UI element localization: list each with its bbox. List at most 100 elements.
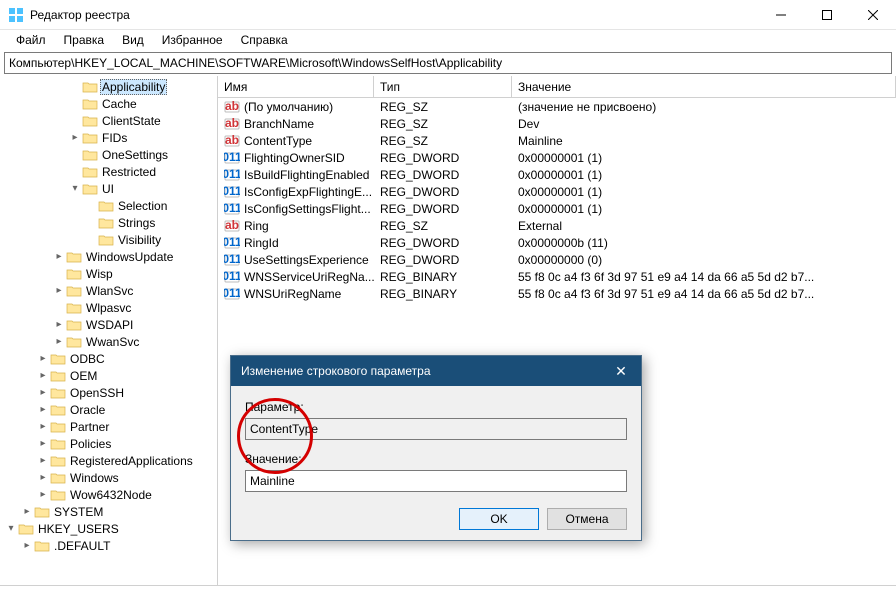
- dialog-title-text: Изменение строкового параметра: [241, 364, 601, 378]
- tree-node[interactable]: Wisp: [0, 265, 217, 282]
- address-bar[interactable]: Компьютер\HKEY_LOCAL_MACHINE\SOFTWARE\Mi…: [4, 52, 892, 74]
- menu-edit[interactable]: Правка: [56, 31, 113, 49]
- tree-expander-icon[interactable]: ▸: [36, 455, 50, 466]
- tree-node[interactable]: ▸WlanSvc: [0, 282, 217, 299]
- list-row[interactable]: abBranchNameREG_SZDev: [218, 115, 896, 132]
- menu-view[interactable]: Вид: [114, 31, 152, 49]
- tree-node[interactable]: ▸Policies: [0, 435, 217, 452]
- column-value[interactable]: Значение: [512, 76, 896, 97]
- tree-expander-icon[interactable]: ▾: [68, 183, 82, 194]
- column-name[interactable]: Имя: [218, 76, 374, 97]
- tree-expander-icon[interactable]: ▸: [36, 353, 50, 364]
- folder-icon: [66, 267, 82, 281]
- tree-expander-icon[interactable]: ▸: [52, 285, 66, 296]
- menu-favorites[interactable]: Избранное: [154, 31, 231, 49]
- tree-expander-icon[interactable]: ▸: [36, 387, 50, 398]
- tree-node[interactable]: ▸ FIDs: [0, 129, 217, 146]
- value-type-icon: 011: [224, 235, 240, 251]
- statusbar: [0, 585, 896, 603]
- tree-label: ODBC: [68, 352, 107, 366]
- tree-node[interactable]: ▸Oracle: [0, 401, 217, 418]
- dialog-close-button[interactable]: ✕: [601, 356, 641, 386]
- close-button[interactable]: [850, 0, 896, 30]
- tree-node[interactable]: ClientState: [0, 112, 217, 129]
- tree-expander-icon[interactable]: ▸: [52, 336, 66, 347]
- value-name: Ring: [244, 219, 269, 233]
- tree-expander-icon[interactable]: ▾: [4, 523, 18, 534]
- tree-panel[interactable]: ApplicabilityCacheClientState ▸ FIDsOneSet…: [0, 76, 218, 585]
- tree-expander-icon[interactable]: ▸: [52, 319, 66, 330]
- tree-node[interactable]: Visibility: [0, 231, 217, 248]
- value-type: REG_DWORD: [374, 151, 512, 165]
- value-input[interactable]: [245, 470, 627, 492]
- tree-node[interactable]: ▸SYSTEM: [0, 503, 217, 520]
- tree-node[interactable]: ▸ WwanSvc: [0, 333, 217, 350]
- tree-expander-icon[interactable]: ▸: [52, 251, 66, 262]
- value-data: 55 f8 0c a4 f3 6f 3d 97 51 e9 a4 14 da 6…: [512, 287, 896, 301]
- tree-node[interactable]: ▸ WSDAPI: [0, 316, 217, 333]
- tree-node[interactable]: ▸OEM: [0, 367, 217, 384]
- folder-icon: [82, 97, 98, 111]
- list-row[interactable]: 011IsBuildFlightingEnabledREG_DWORD0x000…: [218, 166, 896, 183]
- value-data: 0x00000001 (1): [512, 185, 896, 199]
- tree-node[interactable]: ▸OpenSSH: [0, 384, 217, 401]
- list-row[interactable]: 011IsConfigExpFlightingE...REG_DWORD0x00…: [218, 183, 896, 200]
- minimize-button[interactable]: [758, 0, 804, 30]
- folder-icon: [50, 369, 66, 383]
- tree-node[interactable]: ▾HKEY_USERS: [0, 520, 217, 537]
- column-type[interactable]: Тип: [374, 76, 512, 97]
- value-name: IsConfigSettingsFlight...: [244, 202, 371, 216]
- tree-label: WindowsUpdate: [84, 250, 175, 264]
- tree-label: Wlpasvc: [84, 301, 133, 315]
- tree-node[interactable]: OneSettings: [0, 146, 217, 163]
- tree-expander-icon[interactable]: ▸: [36, 421, 50, 432]
- tree-node[interactable]: Restricted: [0, 163, 217, 180]
- param-label: Параметр:: [245, 400, 627, 414]
- tree-expander-icon[interactable]: ▸: [20, 540, 34, 551]
- value-type-icon: 011: [224, 286, 240, 302]
- tree-node[interactable]: ▸.DEFAULT: [0, 537, 217, 554]
- list-row[interactable]: 011WNSUriRegNameREG_BINARY55 f8 0c a4 f3…: [218, 285, 896, 302]
- tree-node[interactable]: Cache: [0, 95, 217, 112]
- tree-label: Wisp: [84, 267, 115, 281]
- tree-label: WSDAPI: [84, 318, 135, 332]
- tree-node[interactable]: ▸ WindowsUpdate: [0, 248, 217, 265]
- tree-node[interactable]: ▸RegisteredApplications: [0, 452, 217, 469]
- tree-node[interactable]: Selection: [0, 197, 217, 214]
- maximize-button[interactable]: [804, 0, 850, 30]
- tree-expander-icon[interactable]: ▸: [68, 132, 82, 143]
- tree-node[interactable]: ▸Partner: [0, 418, 217, 435]
- list-row[interactable]: 011WNSServiceUriRegNa...REG_BINARY55 f8 …: [218, 268, 896, 285]
- tree-expander-icon[interactable]: ▸: [36, 438, 50, 449]
- tree-label: WwanSvc: [84, 335, 141, 349]
- tree-expander-icon[interactable]: ▸: [36, 472, 50, 483]
- list-row[interactable]: 011IsConfigSettingsFlight...REG_DWORD0x0…: [218, 200, 896, 217]
- list-row[interactable]: 011UseSettingsExperienceREG_DWORD0x00000…: [218, 251, 896, 268]
- menu-help[interactable]: Справка: [233, 31, 296, 49]
- tree-node[interactable]: Wlpasvc: [0, 299, 217, 316]
- list-row[interactable]: abContentTypeREG_SZMainline: [218, 132, 896, 149]
- list-row[interactable]: 011RingIdREG_DWORD0x0000000b (11): [218, 234, 896, 251]
- ok-button[interactable]: OK: [459, 508, 539, 530]
- address-text: Компьютер\HKEY_LOCAL_MACHINE\SOFTWARE\Mi…: [9, 56, 502, 70]
- tree-expander-icon[interactable]: ▸: [36, 404, 50, 415]
- tree-expander-icon[interactable]: ▸: [20, 506, 34, 517]
- tree-node[interactable]: ▾UI: [0, 180, 217, 197]
- list-row[interactable]: 011FlightingOwnerSIDREG_DWORD0x00000001 …: [218, 149, 896, 166]
- tree-label: FIDs: [100, 131, 129, 145]
- tree-node[interactable]: ▸ ODBC: [0, 350, 217, 367]
- tree-expander-icon[interactable]: ▸: [36, 489, 50, 500]
- cancel-button[interactable]: Отмена: [547, 508, 627, 530]
- tree-node[interactable]: ▸Wow6432Node: [0, 486, 217, 503]
- list-row[interactable]: ab(По умолчанию)REG_SZ(значение не присв…: [218, 98, 896, 115]
- tree-node[interactable]: Strings: [0, 214, 217, 231]
- folder-icon: [98, 199, 114, 213]
- value-type-icon: 011: [224, 269, 240, 285]
- tree-expander-icon[interactable]: ▸: [36, 370, 50, 381]
- tree-node[interactable]: Applicability: [0, 78, 217, 95]
- value-type-icon: 011: [224, 252, 240, 268]
- menu-file[interactable]: Файл: [8, 31, 54, 49]
- tree-node[interactable]: ▸Windows: [0, 469, 217, 486]
- list-row[interactable]: abRingREG_SZExternal: [218, 217, 896, 234]
- folder-icon: [66, 318, 82, 332]
